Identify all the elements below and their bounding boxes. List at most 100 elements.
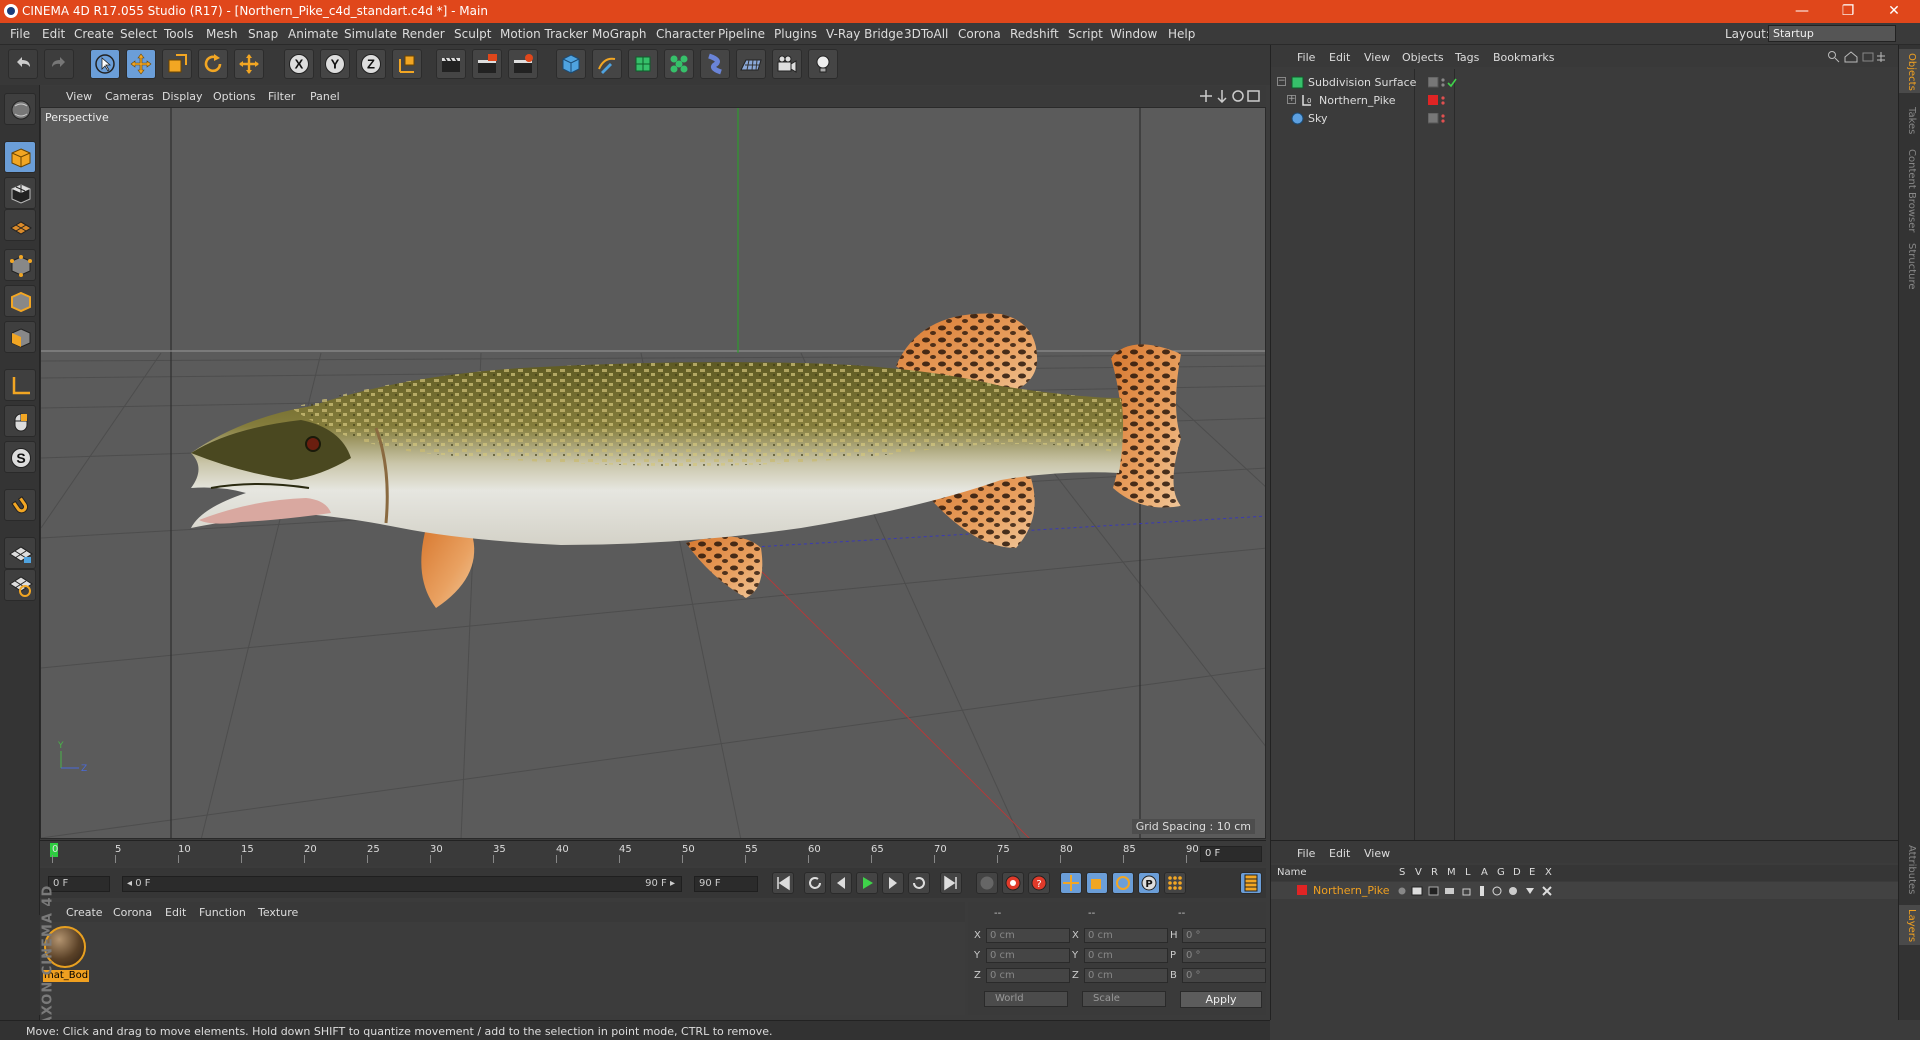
previous-key-icon[interactable] <box>804 872 826 894</box>
expand-toggle-icon[interactable]: − <box>1277 77 1286 86</box>
rotate-view-icon[interactable] <box>1232 90 1244 102</box>
size-z-field[interactable]: 0 cm <box>1084 968 1168 983</box>
layout-select[interactable]: Startup <box>1768 25 1896 42</box>
render-visibility-dot[interactable] <box>1441 119 1445 123</box>
layer-menu-file[interactable]: File <box>1297 847 1315 860</box>
tab-structure[interactable]: Structure <box>1906 243 1917 290</box>
tab-layers[interactable]: Layers <box>1906 909 1917 942</box>
autokey-icon[interactable]: ? <box>1028 872 1050 894</box>
model-mode-icon[interactable] <box>4 93 36 125</box>
tab-content-browser[interactable]: Content Browser <box>1906 149 1917 232</box>
menu-snap[interactable]: Snap <box>248 27 278 41</box>
light-icon[interactable] <box>808 49 838 79</box>
timeline-ruler[interactable]: 0 5 10 15 20 25 30 35 40 45 50 55 60 65 70 75 80 85 90 0 F <box>40 840 1266 866</box>
menu-pipeline[interactable]: Pipeline <box>718 27 765 41</box>
timeline-window-icon[interactable] <box>1240 872 1262 894</box>
layer-menu-view[interactable]: View <box>1364 847 1390 860</box>
render-view-icon[interactable] <box>436 49 466 79</box>
viewport-menu-panel[interactable]: Panel <box>310 90 340 103</box>
range-slider[interactable]: ◂ 0 F 90 F ▸ <box>122 876 682 892</box>
menu-tools[interactable]: Tools <box>164 27 194 41</box>
layer-menu-edit[interactable]: Edit <box>1329 847 1350 860</box>
record-keys-icon[interactable] <box>1002 872 1024 894</box>
size-y-field[interactable]: 0 cm <box>1084 948 1168 963</box>
viewport-menu-cameras[interactable]: Cameras <box>105 90 154 103</box>
position-y-field[interactable]: 0 cm <box>986 948 1070 963</box>
axis-icon[interactable] <box>4 369 36 401</box>
size-mode-select[interactable]: Scale <box>1082 991 1166 1007</box>
apply-button[interactable]: Apply <box>1180 991 1262 1008</box>
editor-visibility-dot[interactable] <box>1441 96 1445 100</box>
search-icon[interactable] <box>1828 51 1840 63</box>
obj-menu-tags[interactable]: Tags <box>1455 51 1479 64</box>
layer-col-locked[interactable]: L <box>1465 867 1471 878</box>
key-pla-icon[interactable] <box>1164 872 1186 894</box>
menu-mograph[interactable]: MoGraph <box>592 27 647 41</box>
camera-icon[interactable] <box>772 49 802 79</box>
planar-workplane-icon[interactable] <box>4 569 36 601</box>
layer-col-manager[interactable]: M <box>1447 867 1456 878</box>
layer-col-deformers[interactable]: D <box>1513 867 1521 878</box>
menu-3dtoall[interactable]: 3DToAll <box>904 27 948 41</box>
workplane-icon[interactable] <box>4 177 36 209</box>
tab-attributes[interactable]: Attributes <box>1906 845 1917 894</box>
menu-redshift[interactable]: Redshift <box>1010 27 1059 41</box>
object-row-sky[interactable]: Sky <box>1275 110 1899 128</box>
editor-visibility-dot[interactable] <box>1441 78 1445 82</box>
layer-col-expressions[interactable]: E <box>1529 867 1535 878</box>
material-menu-create[interactable]: Create <box>66 906 103 919</box>
edges-mode-icon[interactable] <box>4 285 36 317</box>
layer-name[interactable]: Northern_Pike <box>1313 884 1390 897</box>
layer-col-visible[interactable]: V <box>1415 867 1422 878</box>
position-x-field[interactable]: 0 cm <box>986 928 1070 943</box>
layer-row-northern-pike[interactable]: Northern_Pike <box>1271 882 1899 899</box>
viewport-menu-filter[interactable]: Filter <box>268 90 295 103</box>
go-to-start-icon[interactable] <box>772 872 794 894</box>
obj-menu-edit[interactable]: Edit <box>1329 51 1350 64</box>
home-icon[interactable] <box>1844 51 1858 63</box>
obj-menu-view[interactable]: View <box>1364 51 1390 64</box>
layer-swatch-icon[interactable] <box>1428 113 1439 124</box>
texture-mode-icon[interactable] <box>4 141 36 173</box>
enabled-check-icon[interactable] <box>1447 78 1457 88</box>
next-key-icon[interactable] <box>908 872 930 894</box>
lock-workplane-icon[interactable] <box>4 537 36 569</box>
tab-objects[interactable]: Objects <box>1906 53 1917 91</box>
perspective-viewport[interactable]: Y Z Perspective Grid Spacing : 10 cm <box>40 107 1266 839</box>
rotation-p-field[interactable]: 0 ° <box>1182 948 1266 963</box>
polygons-mode-icon[interactable] <box>4 321 36 353</box>
layer-swatch-icon[interactable] <box>1428 77 1439 88</box>
maximize-view-icon[interactable] <box>1247 90 1260 102</box>
end-frame-field[interactable]: 90 F <box>694 876 758 892</box>
object-row-subdivision-surface[interactable]: − Subdivision Surface <box>1275 74 1899 92</box>
timeline-current-frame[interactable]: 0 F <box>1200 846 1262 862</box>
move-icon[interactable] <box>126 49 156 79</box>
collapse-icon[interactable] <box>1877 52 1885 62</box>
layer-col-render[interactable]: R <box>1431 867 1438 878</box>
expand-toggle-icon[interactable]: + <box>1287 95 1296 104</box>
menu-mesh[interactable]: Mesh <box>206 27 238 41</box>
restore-button[interactable]: ❐ <box>1826 0 1870 23</box>
material-menu-function[interactable]: Function <box>199 906 246 919</box>
menu-edit[interactable]: Edit <box>42 27 65 41</box>
render-visibility-dot[interactable] <box>1441 101 1445 105</box>
menu-motion-tracker[interactable]: Motion Tracker <box>500 27 588 41</box>
menu-sculpt[interactable]: Sculpt <box>454 27 491 41</box>
menu-window[interactable]: Window <box>1110 27 1157 41</box>
magnet-icon[interactable] <box>4 489 36 521</box>
snap-icon[interactable]: S <box>4 441 36 473</box>
material-menu-corona[interactable]: Corona <box>113 906 152 919</box>
object-row-northern-pike[interactable]: + 0 Northern_Pike <box>1275 92 1899 110</box>
cloner-icon[interactable] <box>664 49 694 79</box>
rotate-icon[interactable] <box>198 49 228 79</box>
key-rotation-icon[interactable] <box>1112 872 1134 894</box>
minimize-button[interactable]: — <box>1780 0 1824 23</box>
pen-icon[interactable] <box>592 49 622 79</box>
close-button[interactable]: ✕ <box>1872 0 1916 23</box>
world-coordinates-icon[interactable] <box>392 49 422 79</box>
recent-tool-icon[interactable] <box>234 49 264 79</box>
menu-create[interactable]: Create <box>74 27 114 41</box>
points-mode-icon[interactable] <box>4 249 36 281</box>
key-scale-icon[interactable] <box>1086 872 1108 894</box>
viewport-menu-view[interactable]: View <box>66 90 92 103</box>
